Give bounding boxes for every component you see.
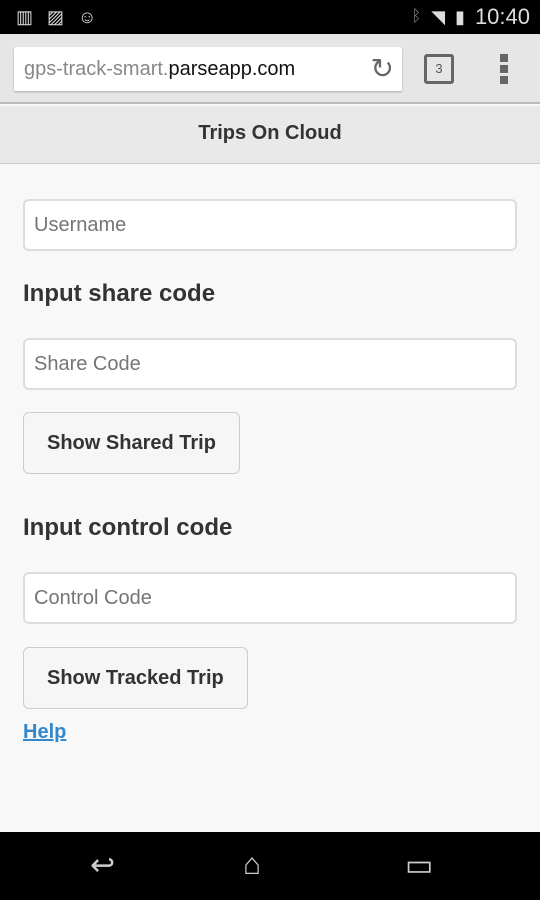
barcode-icon: ▥ (16, 7, 34, 27)
share-code-heading: Input share code (23, 280, 216, 307)
address-bar[interactable]: gps-track-smart.parseapp.com ↻ (14, 47, 402, 91)
reload-icon[interactable]: ↻ (371, 47, 394, 91)
chat-icon: ☺ (78, 7, 97, 27)
overflow-menu-icon[interactable] (500, 54, 510, 87)
clock: 10:40 (474, 4, 530, 29)
home-icon[interactable]: ⌂ (243, 848, 261, 882)
username-input[interactable] (23, 199, 517, 251)
tab-switcher-button[interactable]: 3 (424, 54, 454, 84)
status-bar: ▥ ▨ ☺ ᛒ ◥ ▮ 10:40 (0, 0, 540, 34)
help-link[interactable]: Help (23, 721, 66, 744)
recents-icon[interactable]: ▭ (405, 848, 433, 883)
control-code-heading: Input control code (23, 514, 233, 541)
wifi-icon: ◥ (431, 6, 446, 27)
tab-count: 3 (435, 61, 443, 76)
url-domain: parseapp.com (168, 58, 296, 80)
browser-toolbar: gps-track-smart.parseapp.com ↻ 3 (0, 34, 540, 104)
page-title: Trips On Cloud (0, 106, 540, 164)
control-code-input[interactable] (23, 572, 517, 624)
url-subdomain: gps-track-smart. (24, 58, 169, 80)
battery-icon: ▮ (455, 6, 465, 27)
share-code-input[interactable] (23, 338, 517, 390)
show-tracked-trip-button[interactable]: Show Tracked Trip (23, 647, 248, 709)
image-icon: ▨ (47, 7, 65, 27)
navigation-bar: ↩ ⌂ ▭ (0, 832, 540, 900)
show-shared-trip-button[interactable]: Show Shared Trip (23, 412, 240, 474)
bluetooth-icon: ᛒ (411, 8, 422, 25)
back-icon[interactable]: ↩ (90, 848, 115, 883)
